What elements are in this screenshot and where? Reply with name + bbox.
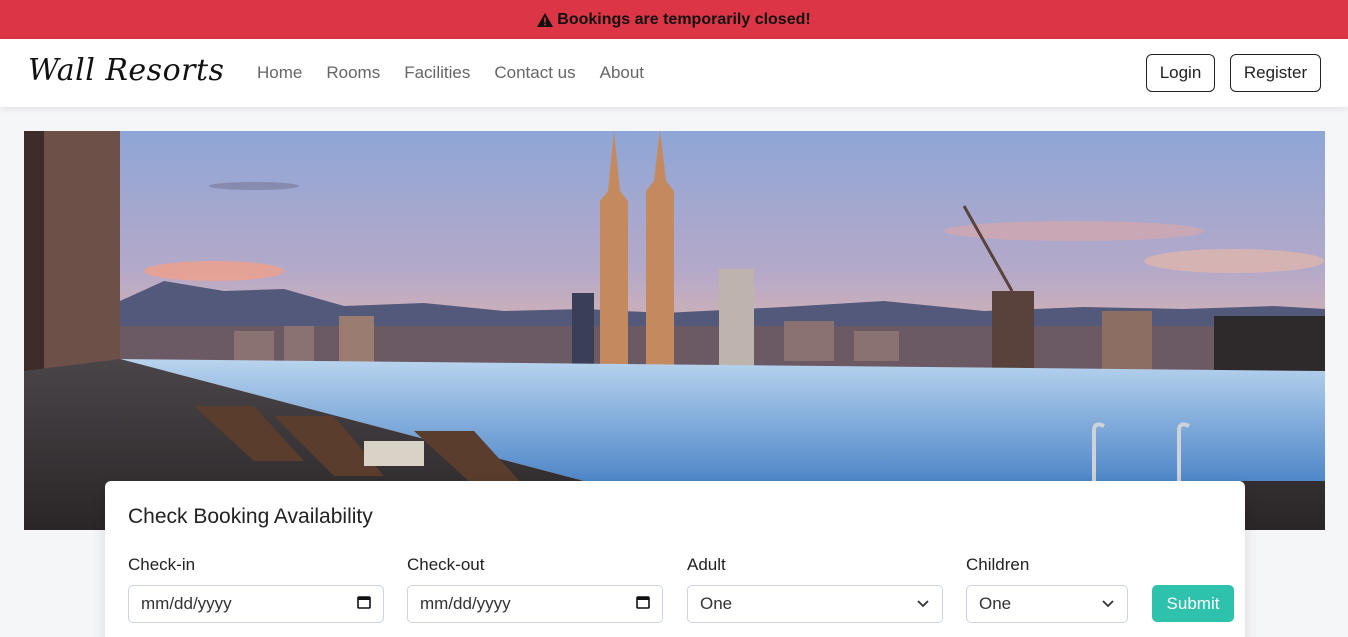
register-button[interactable]: Register <box>1230 54 1321 92</box>
adult-select-value: One <box>700 594 733 613</box>
chevron-down-icon <box>1101 594 1115 614</box>
nav-link-contact[interactable]: Contact us <box>494 63 575 83</box>
nav-links: Home Rooms Facilities Contact us About <box>257 39 668 107</box>
nav-link-facilities[interactable]: Facilities <box>404 63 470 83</box>
submit-button[interactable]: Submit <box>1152 585 1234 622</box>
calendar-icon[interactable] <box>636 594 650 614</box>
nav-link-about[interactable]: About <box>600 63 644 83</box>
nav-link-home[interactable]: Home <box>257 63 302 83</box>
calendar-icon[interactable] <box>357 594 371 614</box>
checkin-label: Check-in <box>128 555 196 574</box>
brand-logo[interactable]: Wall Resorts <box>28 53 224 88</box>
checkout-date-input[interactable]: mm/dd/yyyy <box>407 585 663 623</box>
login-button[interactable]: Login <box>1146 54 1215 92</box>
navbar: Wall Resorts Home Rooms Facilities Conta… <box>0 39 1348 107</box>
checkout-label: Check-out <box>407 555 485 574</box>
closed-alert-banner: Bookings are temporarily closed! <box>0 0 1348 39</box>
hero-image <box>24 131 1325 530</box>
checkin-date-input[interactable]: mm/dd/yyyy <box>128 585 384 623</box>
nav-link-rooms[interactable]: Rooms <box>326 63 380 83</box>
alert-text: Bookings are temporarily closed! <box>557 10 811 28</box>
children-label: Children <box>966 555 1030 574</box>
children-select[interactable]: One <box>966 585 1128 623</box>
warning-triangle-icon <box>537 12 554 27</box>
adult-select[interactable]: One <box>687 585 943 623</box>
checkin-placeholder: mm/dd/yyyy <box>141 594 232 613</box>
booking-availability-card: Check Booking Availability Check-in mm/d… <box>105 481 1245 637</box>
booking-title: Check Booking Availability <box>128 505 373 528</box>
children-select-value: One <box>979 594 1012 613</box>
adult-label: Adult <box>687 555 726 574</box>
checkout-placeholder: mm/dd/yyyy <box>420 594 511 613</box>
chevron-down-icon <box>916 594 930 614</box>
